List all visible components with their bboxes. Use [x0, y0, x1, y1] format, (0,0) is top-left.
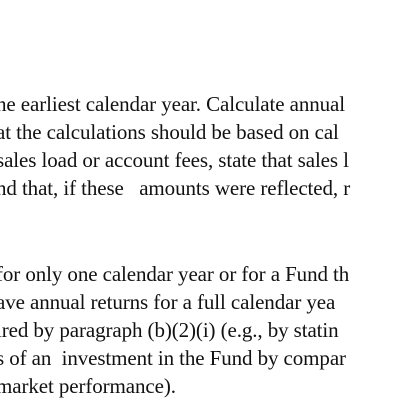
text-line: s of an investment in the Fund by compar — [0, 346, 346, 370]
text-line: ired by paragraph (b)(2)(i) (e.g., by st… — [0, 318, 339, 342]
text-line: at the calculations should be based on c… — [0, 120, 339, 144]
text-line: market performance). — [0, 374, 176, 398]
text-line: nd that, if these amounts were reflected… — [0, 176, 351, 200]
document-page: he earliest calendar year. Calculate ann… — [0, 0, 400, 400]
text-line: ave annual returns for a full calendar y… — [0, 290, 336, 314]
text-line: for only one calendar year or for a Fund… — [0, 262, 350, 286]
text-line: he earliest calendar year. Calculate ann… — [0, 92, 346, 116]
text-line: sales load or account fees, state that s… — [0, 148, 349, 172]
